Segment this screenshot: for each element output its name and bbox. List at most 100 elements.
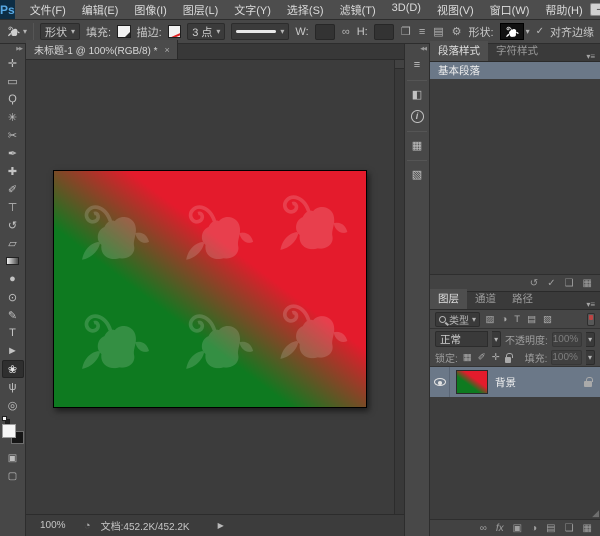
style-item-basic-paragraph[interactable]: 基本段落 [430, 62, 600, 79]
tab-channels[interactable]: 通道 [467, 289, 504, 309]
menu-image[interactable]: 图像(I) [127, 0, 173, 20]
new-layer-icon[interactable]: ❏ [565, 523, 574, 534]
crop-tool[interactable]: ✂ [2, 126, 24, 144]
zoom-level-field[interactable]: 100% [40, 520, 74, 531]
menu-view[interactable]: 视图(V) [430, 0, 481, 20]
gradient-tool[interactable] [2, 252, 24, 270]
lock-all-icon[interactable] [505, 357, 511, 363]
menu-help[interactable]: 帮助(H) [538, 0, 589, 20]
clear-override-icon[interactable]: ↺ [530, 278, 538, 289]
stroke-swatch[interactable] [168, 25, 182, 38]
pen-tool[interactable]: ✎ [2, 306, 24, 324]
layer-visibility-toggle[interactable] [430, 367, 450, 397]
filter-type-layers-icon[interactable]: T [513, 314, 522, 325]
dodge-tool[interactable]: ⊙ [2, 288, 24, 306]
history-brush-tool[interactable]: ↺ [2, 216, 24, 234]
status-menu-arrow-icon[interactable]: ▶ [218, 521, 224, 530]
screen-mode-button[interactable]: ▢ [2, 467, 24, 485]
delete-style-icon[interactable]: ▦ [583, 278, 592, 289]
filtering-toggle[interactable] [587, 313, 595, 326]
eyedropper-tool[interactable]: ✒ [2, 144, 24, 162]
new-group-icon[interactable]: ▤ [546, 523, 555, 534]
layer-row-background[interactable]: 背景 [430, 367, 600, 397]
paragraph-panel-icon[interactable]: ▧ [406, 164, 428, 184]
character-panel-icon[interactable]: ▦ [406, 135, 428, 155]
healing-brush-tool[interactable]: ✚ [2, 162, 24, 180]
filter-group-layers-icon[interactable]: ▤ [526, 314, 538, 325]
tool-preset-picker[interactable]: ▾ [6, 25, 27, 38]
canvas-image[interactable] [53, 170, 367, 408]
path-arrangement-icon[interactable]: ▤ [432, 25, 444, 38]
filter-pixel-layers-icon[interactable]: ▨ [484, 314, 496, 325]
menu-edit[interactable]: 编辑(E) [75, 0, 126, 20]
menu-type[interactable]: 文字(Y) [227, 0, 278, 20]
link-dimensions-icon[interactable]: ∞ [341, 26, 351, 38]
path-alignment-icon[interactable]: ≡ [418, 26, 426, 38]
custom-shape-tool[interactable]: ❀ [2, 360, 24, 378]
fill-swatch[interactable] [117, 25, 131, 38]
redefine-style-icon[interactable]: ✓ [547, 278, 555, 289]
layer-mask-icon[interactable]: ▣ [513, 523, 522, 534]
history-panel-icon[interactable]: ≡ [406, 55, 428, 75]
quick-mask-button[interactable]: ▣ [2, 449, 24, 467]
foreground-color-swatch[interactable] [2, 424, 16, 438]
brush-tool[interactable]: ✐ [2, 180, 24, 198]
tab-paragraph-styles[interactable]: 段落样式 [430, 41, 488, 61]
filter-smart-object-icon[interactable]: ▧ [542, 314, 554, 325]
expand-dock-icon[interactable]: ◀◀ [420, 46, 426, 52]
panel-menu-icon[interactable]: ▾≡ [581, 52, 600, 61]
tab-paths[interactable]: 路径 [504, 289, 541, 309]
type-tool[interactable]: T [2, 324, 24, 342]
menu-3d[interactable]: 3D(D) [385, 0, 428, 20]
link-layers-icon[interactable]: ∞ [480, 523, 487, 534]
opacity-arrow[interactable]: ▾ [586, 332, 595, 347]
shape-height-input[interactable] [374, 24, 394, 40]
canvas-viewport[interactable] [26, 60, 404, 514]
move-tool[interactable]: ✛ [2, 54, 24, 72]
new-style-icon[interactable]: ❑ [565, 278, 574, 289]
shape-picker[interactable]: ▾ [500, 23, 530, 40]
tab-layers[interactable]: 图层 [430, 289, 467, 309]
filter-type-select[interactable]: 类型 ▾ [435, 312, 480, 327]
fill-value[interactable]: 100% [551, 350, 582, 365]
eraser-tool[interactable]: ▱ [2, 234, 24, 252]
menu-file[interactable]: 文件(F) [23, 0, 73, 20]
tab-character-styles[interactable]: 字符样式 [488, 41, 546, 61]
default-colors-icon[interactable] [2, 416, 11, 424]
menu-layer[interactable]: 图层(L) [176, 0, 225, 20]
fill-arrow[interactable]: ▾ [586, 350, 595, 365]
adjustment-layer-icon[interactable]: ◑ [531, 523, 537, 534]
clone-stamp-tool[interactable]: ⊤ [2, 198, 24, 216]
gear-icon[interactable]: ⚙ [451, 25, 463, 38]
menu-window[interactable]: 窗口(W) [483, 0, 537, 20]
shape-width-input[interactable] [315, 24, 335, 40]
align-edges-check-icon[interactable]: ✓ [536, 26, 544, 37]
hand-tool[interactable]: ψ [2, 378, 24, 396]
path-operations-icon[interactable]: ❐ [400, 25, 412, 38]
adjustments-panel-icon[interactable]: ◧ [406, 84, 428, 104]
lasso-tool[interactable]: Ϙ [2, 90, 24, 108]
minimize-button[interactable]: – [590, 3, 600, 16]
filter-adjustment-layers-icon[interactable]: ◑ [500, 314, 509, 325]
menu-filter[interactable]: 滤镜(T) [333, 0, 383, 20]
quick-selection-tool[interactable]: ✳ [2, 108, 24, 126]
vertical-scrollbar[interactable] [394, 60, 404, 514]
lock-pixels-icon[interactable]: ✐ [477, 352, 487, 363]
blur-tool[interactable]: ● [2, 270, 24, 288]
marquee-tool[interactable]: ▭ [2, 72, 24, 90]
path-selection-tool[interactable]: ► [2, 342, 24, 360]
blend-mode-select[interactable]: 正常 [435, 331, 488, 347]
blend-mode-arrow[interactable]: ▾ [492, 331, 501, 347]
collapse-tools-icon[interactable]: ▶▶ [16, 46, 22, 52]
delete-layer-icon[interactable]: ▦ [583, 523, 592, 534]
lock-transparency-icon[interactable]: ▦ [462, 352, 473, 363]
layer-style-icon[interactable]: fx [496, 523, 504, 534]
stroke-type-select[interactable]: ▾ [231, 23, 289, 40]
layer-thumbnail[interactable] [456, 370, 488, 394]
tool-mode-select[interactable]: 形状 ▾ [40, 23, 80, 40]
opacity-value[interactable]: 100% [552, 332, 583, 347]
panel-menu-icon[interactable]: ▾≡ [581, 300, 600, 309]
resize-grip[interactable]: ◢ [592, 508, 599, 519]
document-tab[interactable]: 未标题-1 @ 100%(RGB/8) * × [26, 40, 178, 59]
lock-position-icon[interactable]: ✛ [491, 352, 501, 363]
